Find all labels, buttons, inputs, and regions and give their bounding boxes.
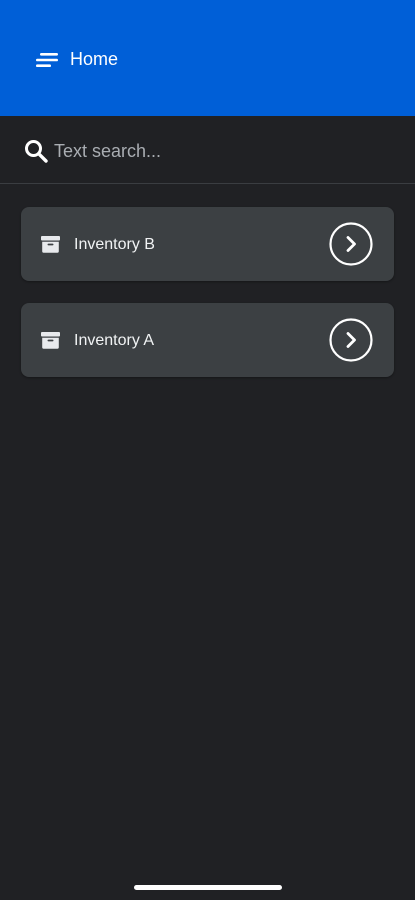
menu-icon[interactable]: [35, 52, 59, 68]
inventory-card-a[interactable]: Inventory A: [21, 303, 394, 377]
chevron-right-circle-icon[interactable]: [329, 318, 373, 362]
archive-box-icon: [41, 332, 60, 349]
inventory-list: Inventory B Inventory A: [21, 207, 394, 399]
chevron-right-circle-icon[interactable]: [329, 222, 373, 266]
search-input[interactable]: [54, 138, 384, 164]
app-header: Home: [0, 0, 415, 116]
page-title: Home: [70, 49, 119, 69]
search-icon: [25, 140, 48, 163]
inventory-card-b[interactable]: Inventory B: [21, 207, 394, 281]
inventory-label: Inventory A: [74, 332, 155, 349]
archive-box-icon: [41, 236, 60, 253]
inventory-label: Inventory B: [74, 236, 155, 253]
home-indicator[interactable]: [134, 885, 282, 890]
